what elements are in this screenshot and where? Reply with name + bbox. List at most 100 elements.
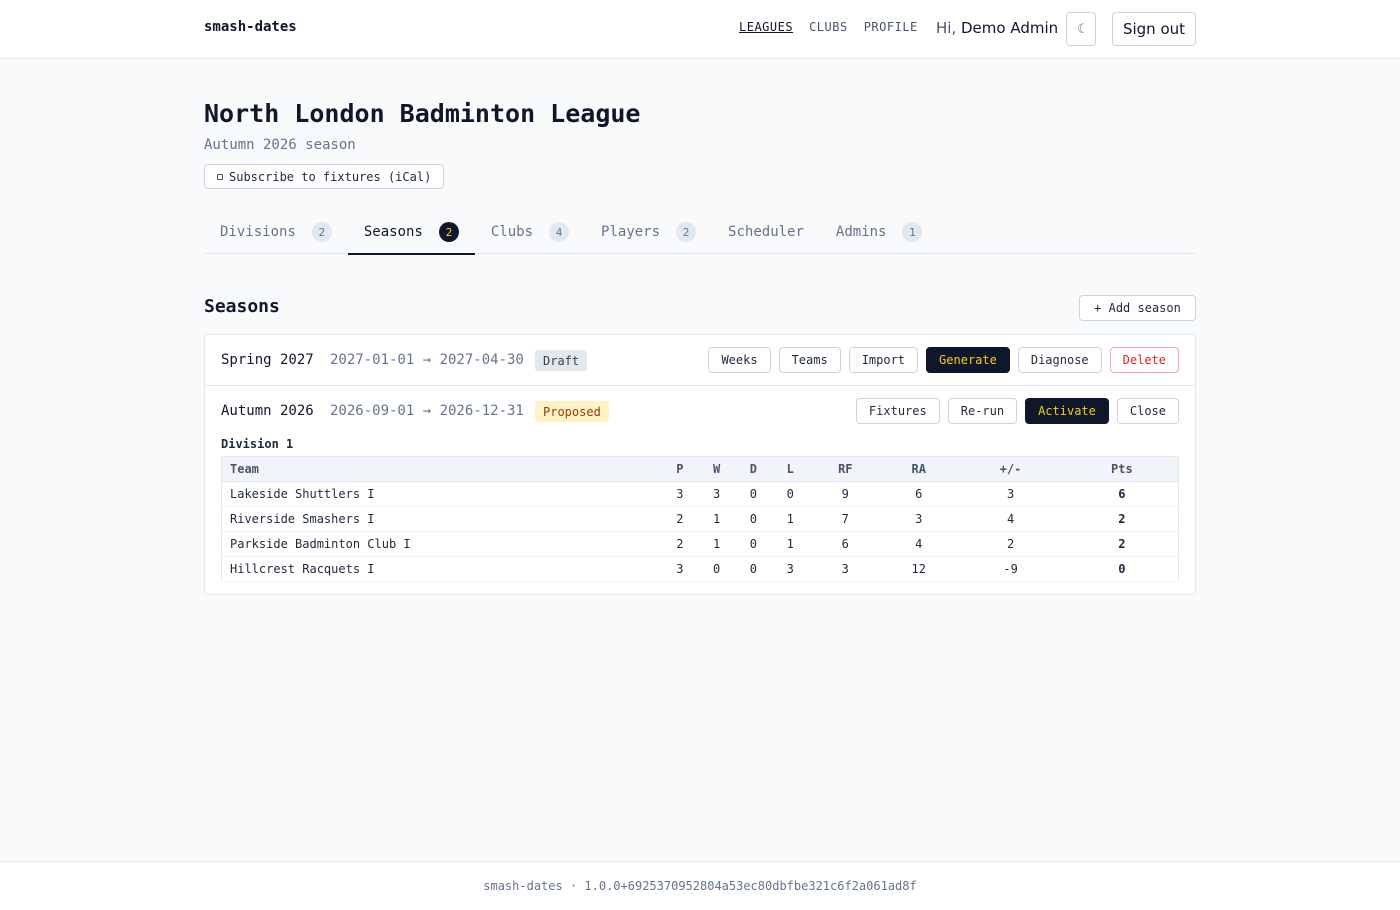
season-actions: Fixtures Re-run Activate Close — [855, 398, 1179, 424]
tab-admins[interactable]: Admins 1 — [820, 210, 939, 254]
greeting-prefix: Hi, — [936, 19, 957, 37]
subscribe-ical-button[interactable]: Subscribe to fixtures (iCal) — [204, 164, 445, 189]
page-title: North London Badminton League — [204, 99, 641, 128]
brand-logo[interactable]: smash-dates — [204, 19, 297, 35]
rerun-button[interactable]: Re-run — [947, 398, 1018, 424]
division-label: Division 1 — [221, 437, 294, 451]
teams-button[interactable]: Teams — [778, 347, 841, 373]
stat-cell: 3 — [661, 556, 699, 582]
stat-cell: 3 — [955, 481, 1066, 507]
column-header: P — [661, 456, 699, 482]
league-tabs: Divisions 2 Seasons 2 Clubs 4 Players 2 … — [204, 210, 1196, 255]
stat-cell: 1 — [771, 506, 809, 532]
season-name: Autumn 2026 — [221, 403, 314, 419]
tab-seasons[interactable]: Seasons 2 — [347, 210, 475, 255]
stat-cell: 0 — [735, 556, 772, 582]
tab-label: Divisions — [220, 224, 296, 240]
stat-cell: 4 — [955, 506, 1066, 532]
status-badge: Proposed — [535, 401, 609, 422]
tab-count-badge: 1 — [902, 222, 923, 242]
nav-clubs[interactable]: CLUBS — [809, 20, 848, 34]
theme-toggle-button[interactable]: ☾ — [1066, 12, 1096, 46]
stat-cell: 7 — [808, 506, 883, 532]
stat-cell: 12 — [882, 556, 956, 582]
tab-count-badge: 2 — [438, 222, 459, 242]
moon-icon: ☾ — [1077, 21, 1085, 37]
tab-label: Seasons — [363, 224, 423, 240]
fixtures-button[interactable]: Fixtures — [855, 398, 940, 424]
points-cell: 0 — [1065, 556, 1179, 582]
table-row: Hillcrest Racquets I 3 0 0 3 3 12 -9 0 — [221, 556, 1179, 582]
team-cell: Hillcrest Racquets I — [221, 556, 662, 582]
points-cell: 6 — [1065, 481, 1179, 507]
tab-label: Players — [601, 224, 661, 240]
stat-cell: 3 — [771, 556, 809, 582]
season-actions: Weeks Teams Import Generate Diagnose Del… — [708, 347, 1179, 373]
stat-cell: -9 — [955, 556, 1066, 582]
stat-cell: 3 — [808, 556, 883, 582]
tab-label: Scheduler — [728, 224, 804, 240]
user-greeting: Hi, Demo Admin — [936, 19, 1058, 37]
stat-cell: 6 — [882, 481, 956, 507]
points-cell: 2 — [1065, 506, 1179, 532]
stat-cell: 2 — [661, 531, 699, 557]
activate-button[interactable]: Activate — [1025, 398, 1109, 424]
stat-cell: 2 — [661, 506, 699, 532]
import-button[interactable]: Import — [848, 347, 919, 373]
stat-cell: 0 — [735, 506, 772, 532]
table-row: Riverside Smashers I 2 1 0 1 7 3 4 2 — [221, 506, 1179, 532]
stat-cell: 0 — [771, 481, 809, 507]
nav-leagues[interactable]: LEAGUES — [739, 20, 793, 34]
tab-players[interactable]: Players 2 — [585, 210, 712, 254]
stat-cell: 1 — [698, 531, 736, 557]
standings-table: Team P W D L RF RA +/- Pts Lakeside Shut… — [221, 456, 1179, 582]
table-row: Parkside Badminton Club I 2 1 0 1 6 4 2 … — [221, 531, 1179, 557]
generate-button[interactable]: Generate — [926, 347, 1010, 373]
tab-scheduler[interactable]: Scheduler — [712, 210, 820, 254]
season-row: Autumn 2026 2026-09-01 → 2026-12-31 Prop… — [205, 386, 1195, 437]
stat-cell: 0 — [698, 556, 736, 582]
main-nav: LEAGUES CLUBS PROFILE — [739, 20, 918, 34]
column-header: Pts — [1065, 456, 1179, 482]
column-header: RA — [882, 456, 956, 482]
table-header-row: Team P W D L RF RA +/- Pts — [221, 456, 1179, 482]
footer: smash-dates · 1.0.0+6925370952804a53ec80… — [0, 861, 1400, 910]
stat-cell: 2 — [955, 531, 1066, 557]
seasons-card: Spring 2027 2027-01-01 → 2027-04-30 Draf… — [204, 334, 1196, 595]
tab-label: Clubs — [490, 224, 534, 240]
season-name: Spring 2027 — [221, 352, 314, 368]
stat-cell: 3 — [661, 481, 699, 507]
nav-profile[interactable]: PROFILE — [864, 20, 918, 34]
stat-cell: 6 — [808, 531, 883, 557]
column-header: D — [735, 456, 772, 482]
tab-clubs[interactable]: Clubs 4 — [475, 210, 585, 254]
section-title: Seasons — [204, 296, 280, 317]
tab-count-badge: 4 — [549, 222, 570, 242]
close-button[interactable]: Close — [1116, 398, 1179, 424]
page-subtitle: Autumn 2026 season — [204, 137, 356, 153]
delete-button[interactable]: Delete — [1109, 347, 1179, 373]
team-cell: Lakeside Shuttlers I — [221, 481, 662, 507]
table-row: Lakeside Shuttlers I 3 3 0 0 9 6 3 6 — [221, 481, 1179, 507]
column-header: RF — [808, 456, 883, 482]
add-season-button[interactable]: + Add season — [1079, 295, 1196, 321]
stat-cell: 3 — [698, 481, 736, 507]
team-cell: Parkside Badminton Club I — [221, 531, 662, 557]
stat-cell: 1 — [771, 531, 809, 557]
column-header: Team — [221, 456, 662, 482]
top-navbar: smash-dates LEAGUES CLUBS PROFILE Hi, De… — [0, 0, 1400, 59]
diagnose-button[interactable]: Diagnose — [1017, 347, 1102, 373]
team-cell: Riverside Smashers I — [221, 506, 662, 532]
sign-out-button[interactable]: Sign out — [1112, 12, 1196, 46]
stat-cell: 1 — [698, 506, 736, 532]
subscribe-ical-label: Subscribe to fixtures (iCal) — [229, 169, 432, 184]
column-header: L — [771, 456, 809, 482]
weeks-button[interactable]: Weeks — [708, 347, 771, 373]
stat-cell: 9 — [808, 481, 883, 507]
season-dates: 2027-01-01 → 2027-04-30 — [330, 352, 524, 368]
tab-divisions[interactable]: Divisions 2 — [204, 210, 348, 254]
tab-label: Admins — [835, 224, 887, 240]
user-name: Demo Admin — [961, 19, 1059, 37]
column-header: +/- — [955, 456, 1066, 482]
tab-count-badge: 2 — [311, 222, 332, 242]
